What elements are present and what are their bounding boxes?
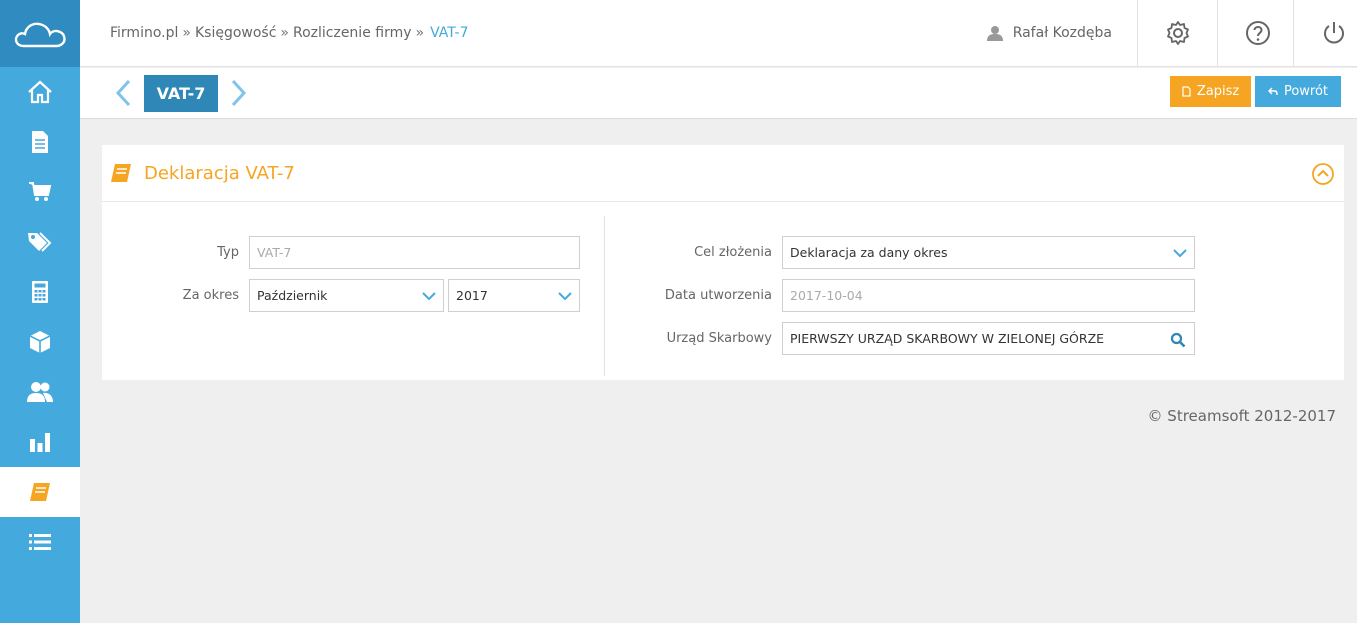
home-icon [28,80,52,104]
sidebar-item-documents[interactable] [0,117,80,167]
help-button[interactable] [1217,0,1297,66]
year-value: 2017 [456,288,488,303]
month-select[interactable]: Październik [249,279,444,312]
column-divider [604,216,605,376]
panel-title: Deklaracja VAT-7 [144,163,295,184]
save-button-label: Zapisz [1196,84,1240,99]
breadcrumb-item-settlement[interactable]: Rozliczenie firmy [293,25,412,41]
cube-icon [29,331,51,353]
gear-icon [1166,21,1189,45]
sidebar-item-home[interactable] [0,67,80,117]
back-button[interactable]: Powrót [1255,76,1341,107]
bar-chart-icon [30,433,50,452]
chevron-down-icon [1173,249,1187,258]
breadcrumb-item-home[interactable]: Firmino.pl [110,25,178,41]
collapse-icon[interactable] [1312,163,1334,185]
calculator-icon [32,281,48,303]
purpose-label: Cel złożenia [694,245,772,260]
chevron-down-icon [422,292,436,301]
file-icon [1182,86,1191,97]
cloud-logo[interactable] [0,0,80,67]
previous-button[interactable] [112,78,134,108]
created-date-field: 2017-10-04 [782,279,1195,312]
sidebar-item-accounting[interactable] [0,467,80,517]
type-value: VAT-7 [257,245,292,260]
settings-button[interactable] [1137,0,1217,66]
created-date-label: Data utworzenia [664,288,772,303]
user-menu[interactable]: Rafał Kozdęba [986,0,1112,66]
month-value: Październik [257,288,328,303]
breadcrumb-current: VAT-7 [430,25,469,41]
panel-header: Deklaracja VAT-7 [102,145,1344,202]
save-button[interactable]: Zapisz [1170,76,1251,107]
book-icon [30,483,50,501]
document-toolbar: VAT-7 Zapisz Powrót [80,68,1357,119]
created-date-value: 2017-10-04 [790,288,863,303]
sidebar-item-warehouse[interactable] [0,317,80,367]
user-icon [986,26,1003,41]
reply-icon [1267,87,1278,95]
sidebar-item-products[interactable] [0,217,80,267]
document-type-badge: VAT-7 [144,75,218,112]
declaration-panel: Deklaracja VAT-7 Typ VAT-7 Za okres Paźd… [102,145,1344,380]
back-button-label: Powrót [1283,84,1329,99]
sidebar-item-calculator[interactable] [0,267,80,317]
tax-office-label: Urząd Skarbowy [666,331,772,346]
sidebar [0,0,80,623]
sidebar-item-contractors[interactable] [0,367,80,417]
tax-office-value: PIERWSZY URZĄD SKARBOWY W ZIELONEJ GÓRZE [790,331,1105,346]
help-icon [1245,21,1270,45]
chevron-right-icon [231,79,247,107]
top-bar: Firmino.pl » Księgowość » Rozliczenie fi… [80,0,1357,67]
chevron-left-icon [115,79,131,107]
list-icon [29,534,51,550]
breadcrumb-separator: » [280,25,289,41]
users-icon [27,382,53,402]
book-icon [111,164,131,182]
document-icon [32,131,48,153]
copyright: © Streamsoft 2012-2017 [1147,407,1336,425]
tax-office-field[interactable]: PIERWSZY URZĄD SKARBOWY W ZIELONEJ GÓRZE [782,322,1195,355]
search-icon[interactable] [1170,332,1186,348]
breadcrumb-separator: » [182,25,191,41]
breadcrumb-separator: » [415,25,425,41]
logout-button[interactable] [1293,0,1357,66]
sidebar-item-list[interactable] [0,517,80,567]
sidebar-item-reports[interactable] [0,417,80,467]
cart-icon [29,182,52,201]
purpose-value: Deklaracja za dany okres [790,245,948,260]
year-select[interactable]: 2017 [448,279,580,312]
purpose-select[interactable]: Deklaracja za dany okres [782,236,1195,269]
tags-icon [28,232,52,252]
breadcrumb: Firmino.pl » Księgowość » Rozliczenie fi… [110,0,469,66]
breadcrumb-item-accounting[interactable]: Księgowość [195,25,276,41]
type-label: Typ [217,245,239,260]
chevron-down-icon [558,292,572,301]
sidebar-item-sales[interactable] [0,167,80,217]
next-button[interactable] [228,78,250,108]
cloud-icon [14,22,66,47]
power-icon [1323,22,1344,44]
period-label: Za okres [182,288,239,303]
type-field: VAT-7 [249,236,580,269]
user-name: Rafał Kozdęba [1012,25,1112,41]
